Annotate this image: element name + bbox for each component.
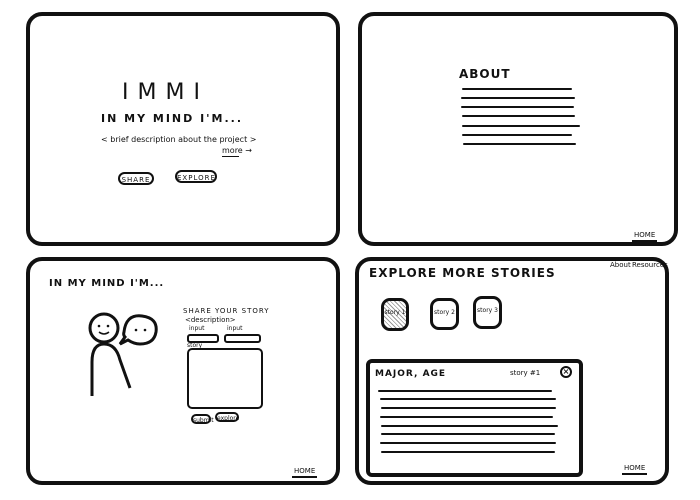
- text-line: [461, 106, 574, 108]
- text-input-2[interactable]: [224, 334, 261, 343]
- more-link[interactable]: more →: [222, 146, 252, 155]
- share-story-screen: [26, 257, 340, 485]
- text-line: [381, 451, 555, 453]
- input-label-1: input: [189, 325, 205, 332]
- home-link[interactable]: HOME: [294, 467, 315, 475]
- home-link-underline: [632, 240, 657, 242]
- form-description: <description>: [185, 316, 236, 324]
- logo: IMMI: [122, 80, 209, 105]
- home-link-underline: [622, 473, 647, 475]
- story-textarea[interactable]: [187, 348, 263, 409]
- story-card-label: story 3: [477, 307, 498, 314]
- submit-button[interactable]: submit: [191, 414, 214, 424]
- text-line: [462, 115, 575, 117]
- text-line: [462, 125, 580, 127]
- text-line: [381, 433, 555, 435]
- about-screen: [358, 12, 678, 246]
- text-line: [380, 442, 556, 444]
- explore-button[interactable]: explore: [215, 412, 239, 422]
- share-page-title: IN MY MIND I'M...: [49, 278, 165, 289]
- text-line: [381, 407, 556, 409]
- landing-screen: [26, 12, 340, 246]
- close-icon[interactable]: ×: [560, 366, 572, 378]
- tagline: IN MY MIND I'M...: [101, 112, 244, 125]
- wireframe-sketch-canvas: IMMI IN MY MIND I'M... < brief descripti…: [0, 0, 700, 500]
- explore-title: EXPLORE MORE STORIES: [369, 266, 556, 280]
- story-card-3[interactable]: story 3: [473, 296, 502, 329]
- story-card-label: story 1: [384, 309, 406, 316]
- text-line: [380, 398, 556, 400]
- nav-resources-link[interactable]: Resources: [632, 261, 668, 269]
- input-label-2: input: [227, 325, 243, 332]
- text-line: [378, 390, 552, 392]
- story-card-label: story 2: [434, 309, 455, 316]
- story-card-1[interactable]: story 1: [381, 298, 409, 331]
- text-line: [463, 143, 576, 145]
- more-link-underline: [222, 156, 239, 157]
- text-line: [462, 88, 572, 90]
- story-card-2[interactable]: story 2: [430, 298, 459, 330]
- text-line: [381, 425, 558, 427]
- share-button[interactable]: SHARE: [118, 172, 154, 185]
- nav-about-link[interactable]: About: [610, 261, 631, 269]
- stick-figures-illustration: [88, 312, 158, 396]
- home-link-underline: [292, 476, 317, 478]
- home-link[interactable]: HOME: [634, 231, 655, 239]
- text-line: [461, 97, 575, 99]
- project-description: < brief description about the project >: [101, 135, 257, 144]
- text-line: [380, 416, 553, 418]
- form-title: SHARE YOUR STORY: [183, 307, 270, 315]
- modal-title: MAJOR, AGE: [375, 369, 447, 379]
- explore-button[interactable]: EXPLORE: [175, 170, 217, 183]
- text-line: [462, 134, 572, 136]
- about-title: ABOUT: [459, 67, 511, 81]
- home-link[interactable]: HOME: [624, 464, 645, 472]
- story-tag: story #1: [510, 369, 541, 377]
